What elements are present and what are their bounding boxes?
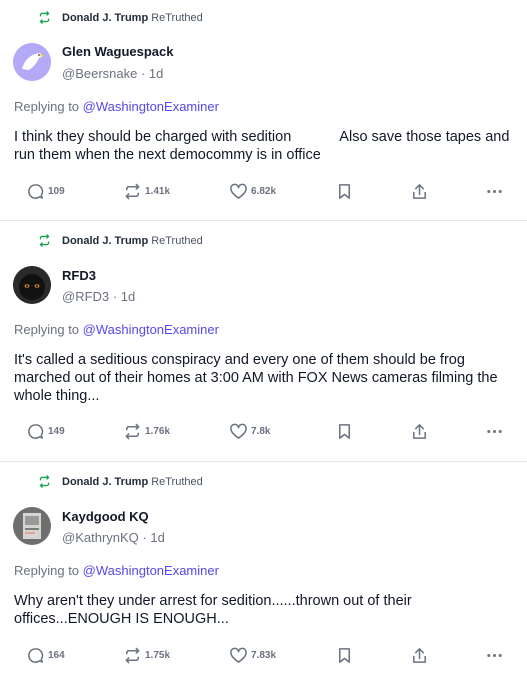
- mention-link[interactable]: @WashingtonExaminer: [83, 322, 219, 337]
- action-bar: 164 1.75k 7.83k: [0, 646, 527, 666]
- reply-button[interactable]: 149: [26, 422, 65, 441]
- more-button[interactable]: [485, 182, 507, 201]
- retruth-icon: [125, 647, 140, 664]
- bookmark-button[interactable]: [335, 422, 357, 441]
- handle-text: @RFD3: [62, 289, 110, 304]
- avatar[interactable]: [13, 266, 51, 304]
- reply-count: 109: [48, 186, 65, 197]
- share-button[interactable]: [410, 182, 432, 201]
- share-icon: [413, 184, 426, 199]
- action-bar: 149 1.76k 7.8k: [0, 422, 527, 442]
- retruth-author[interactable]: Donald J. Trump: [62, 235, 148, 247]
- post-age: 1d: [150, 530, 165, 545]
- reply-icon: [28, 648, 44, 663]
- replying-prefix: Replying to: [14, 99, 80, 114]
- retruth-banner: Donald J. Trump ReTruthed: [38, 475, 203, 488]
- bookmark-icon: [338, 648, 351, 663]
- photo-avatar-icon: [13, 507, 51, 545]
- post-age: 1d: [148, 66, 164, 81]
- share-icon: [413, 648, 426, 663]
- replying-prefix: Replying to: [14, 322, 80, 337]
- avatar[interactable]: [13, 43, 51, 81]
- retruth-count: 1.75k: [145, 650, 171, 661]
- heart-icon: [230, 423, 247, 439]
- retruth-count: 1.76k: [145, 426, 171, 437]
- more-icon: [487, 189, 502, 194]
- black-cat-avatar-icon: [13, 266, 51, 304]
- handle-text: @Beersnake: [62, 66, 138, 81]
- author-name[interactable]: Glen Waguespack: [62, 44, 174, 59]
- bookmark-button[interactable]: [335, 182, 357, 201]
- retruth-button[interactable]: 1.41k: [123, 182, 170, 201]
- share-icon: [413, 424, 426, 439]
- retruth-button[interactable]: 1.75k: [123, 646, 170, 665]
- heart-icon: [230, 647, 247, 663]
- retruth-button[interactable]: 1.76k: [123, 422, 170, 441]
- retruth-count: 1.41k: [145, 186, 171, 197]
- more-button[interactable]: [485, 646, 507, 665]
- feed: Donald J. Trump ReTruthed Glen Waguespac…: [0, 0, 527, 676]
- replying-to: Replying to @WashingtonExaminer: [14, 99, 219, 114]
- like-button[interactable]: 6.82k: [229, 182, 276, 201]
- author-name[interactable]: RFD3: [62, 268, 96, 283]
- retruth-banner: Donald J. Trump ReTruthed: [38, 11, 203, 24]
- post-age: 1d: [120, 289, 136, 304]
- more-icon: [487, 429, 502, 434]
- retruth-label: ReTruthed: [151, 475, 203, 488]
- replying-prefix: Replying to: [14, 563, 80, 578]
- replying-to: Replying to @WashingtonExaminer: [14, 322, 219, 337]
- handle-text: @KathrynKQ: [62, 530, 139, 545]
- replying-to: Replying to @WashingtonExaminer: [14, 563, 219, 578]
- author-name[interactable]: Kaydgood KQ: [62, 509, 149, 524]
- post-body-part: I think they should be charged with sedi…: [14, 129, 292, 145]
- more-icon: [487, 653, 502, 658]
- retruth-icon: [125, 423, 140, 440]
- retruth-icon: [39, 11, 50, 24]
- heart-icon: [230, 183, 247, 199]
- bookmark-button[interactable]: [335, 646, 357, 665]
- like-count: 6.82k: [251, 186, 277, 197]
- author-handle[interactable]: @Beersnake · 1d: [62, 66, 163, 81]
- post[interactable]: Donald J. Trump ReTruthed Kaydgood KQ @K…: [0, 462, 527, 676]
- eagle-avatar-icon: [13, 43, 51, 81]
- retruth-banner: Donald J. Trump ReTruthed: [38, 234, 203, 247]
- bookmark-icon: [338, 424, 351, 439]
- reply-count: 149: [48, 426, 65, 437]
- retruth-label: ReTruthed: [151, 11, 203, 24]
- retruth-label: ReTruthed: [151, 234, 203, 247]
- retruth-icon: [125, 183, 140, 200]
- post-body: Why aren't they under arrest for seditio…: [14, 593, 412, 627]
- action-bar: 109 1.41k 6.82k: [0, 182, 527, 202]
- retruth-author[interactable]: Donald J. Trump: [62, 12, 148, 24]
- more-button[interactable]: [485, 422, 507, 441]
- reply-icon: [28, 184, 44, 199]
- author-handle[interactable]: @RFD3 · 1d: [62, 289, 135, 304]
- retruth-icon: [39, 475, 50, 488]
- retruth-icon: [39, 234, 50, 247]
- post-body: It's called a seditious conspiracy and e…: [14, 352, 498, 404]
- reply-button[interactable]: 164: [26, 646, 65, 665]
- like-count: 7.83k: [251, 650, 277, 661]
- like-count: 7.8k: [251, 426, 271, 437]
- share-button[interactable]: [410, 646, 432, 665]
- post-body: I think they should be charged with sedi…: [14, 128, 519, 164]
- avatar[interactable]: [13, 507, 51, 545]
- reply-count: 164: [48, 650, 65, 661]
- mention-link[interactable]: @WashingtonExaminer: [83, 563, 219, 578]
- mention-link[interactable]: @WashingtonExaminer: [83, 99, 219, 114]
- like-button[interactable]: 7.8k: [229, 422, 270, 441]
- bookmark-icon: [338, 184, 351, 199]
- like-button[interactable]: 7.83k: [229, 646, 276, 665]
- post[interactable]: Donald J. Trump ReTruthed RFD3 @RFD3 · 1…: [0, 221, 527, 461]
- share-button[interactable]: [410, 422, 432, 441]
- retruth-author[interactable]: Donald J. Trump: [62, 476, 148, 488]
- reply-button[interactable]: 109: [26, 182, 65, 201]
- reply-icon: [28, 424, 44, 439]
- author-handle[interactable]: @KathrynKQ · 1d: [62, 530, 165, 545]
- post[interactable]: Donald J. Trump ReTruthed Glen Waguespac…: [0, 0, 527, 220]
